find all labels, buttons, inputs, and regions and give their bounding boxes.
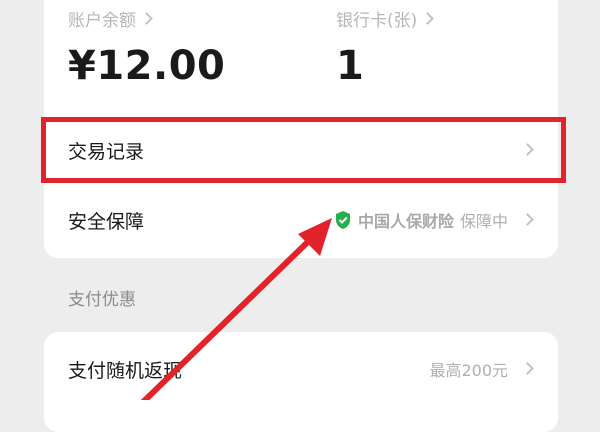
- chevron-right-icon: [521, 362, 534, 375]
- bank-cards-value: 1: [336, 43, 365, 89]
- highlight-box: [41, 117, 566, 183]
- promo-card: 支付随机返现 最高200元: [44, 332, 558, 432]
- chevron-right-icon: [521, 213, 534, 226]
- balance-stat[interactable]: 账户余额 ¥12.00: [68, 6, 225, 89]
- bank-cards-label: 银行卡(张): [336, 11, 418, 31]
- chevron-right-icon: [421, 12, 435, 25]
- bank-cards-stat[interactable]: 银行卡(张) 1: [336, 6, 435, 89]
- balance-label: 账户余额: [68, 11, 136, 31]
- shield-check-icon: [335, 211, 350, 229]
- section-title: 支付优惠: [68, 290, 136, 310]
- security-label: 安全保障: [68, 210, 145, 233]
- promo-row[interactable]: 支付随机返现 最高200元: [44, 342, 558, 396]
- balance-value: ¥12.00: [68, 43, 226, 89]
- promo-label: 支付随机返现: [68, 359, 183, 382]
- chevron-right-icon: [140, 12, 153, 25]
- security-status: 保障中: [459, 212, 508, 231]
- security-row[interactable]: 安全保障 中国人保财险 保障中: [44, 193, 558, 247]
- promo-value: 最高200元: [429, 361, 508, 380]
- insurer-name: 中国人保财险: [357, 212, 454, 231]
